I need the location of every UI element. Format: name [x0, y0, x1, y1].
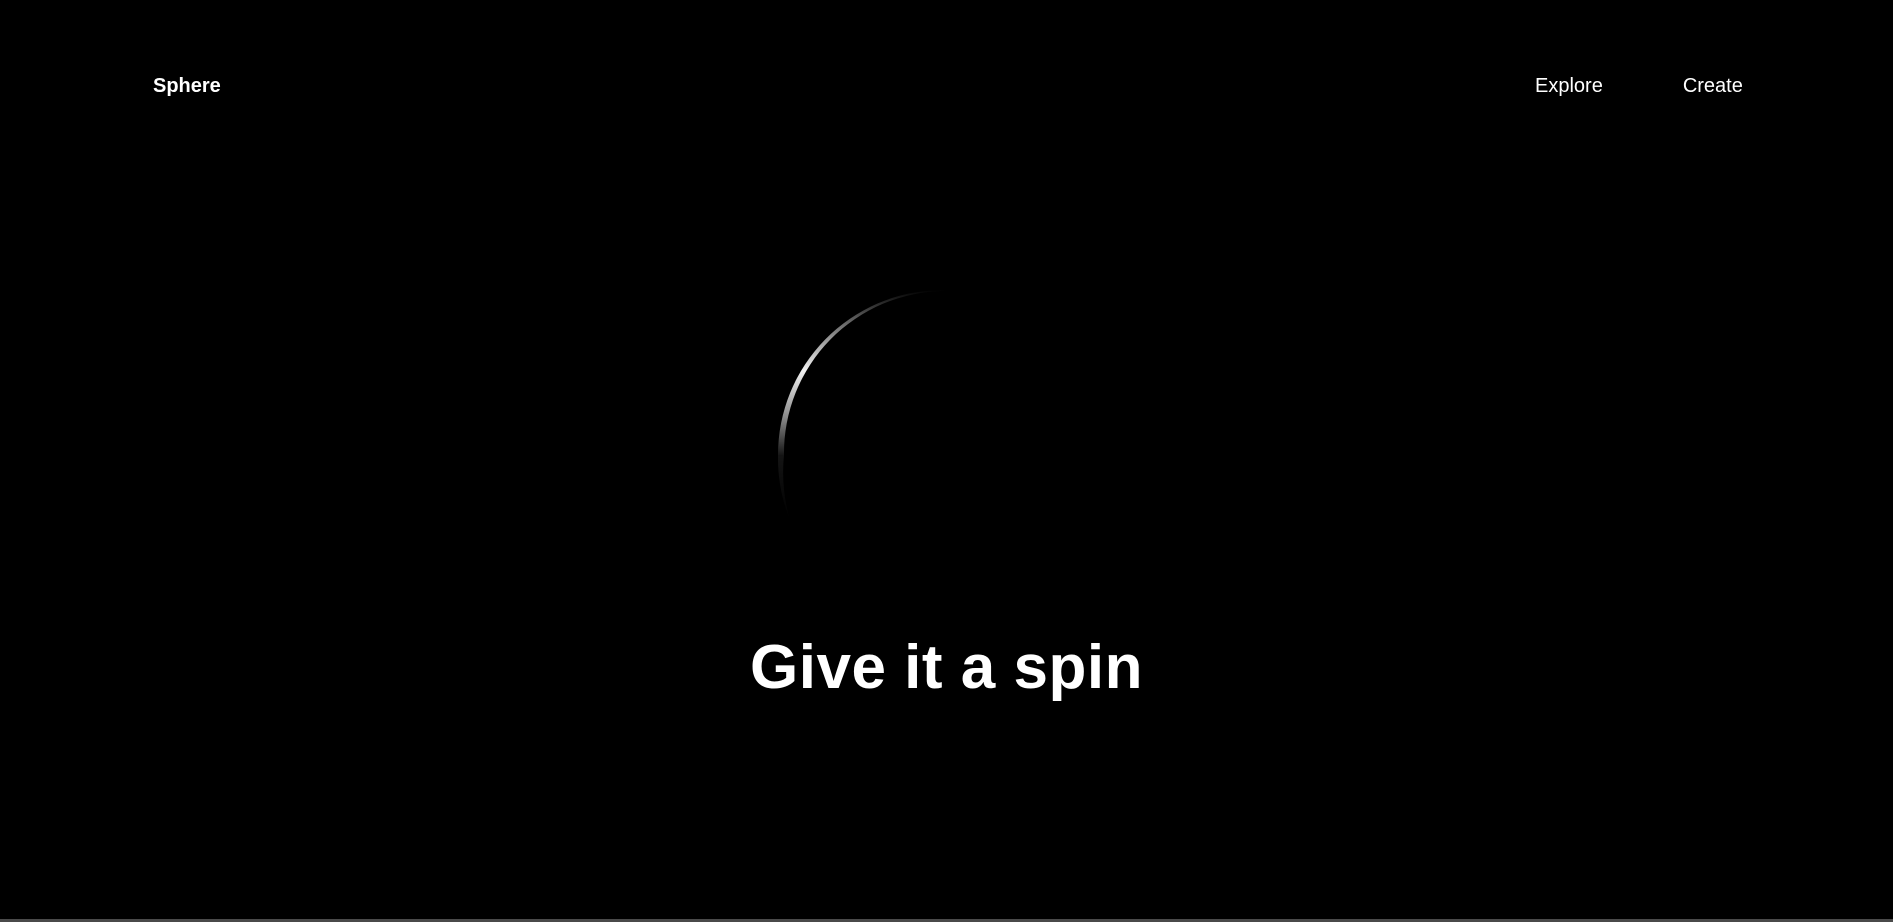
- page: Sphere Explore Create Give it a spin: [0, 0, 1893, 922]
- brand-logo-link[interactable]: Sphere: [153, 75, 221, 98]
- nav-links: Explore Create: [1535, 75, 1743, 98]
- nav-link-create[interactable]: Create: [1683, 75, 1743, 98]
- sphere-body: [772, 287, 1108, 623]
- sphere-canvas[interactable]: [770, 285, 1110, 625]
- hero-title: Give it a spin: [750, 633, 1143, 702]
- sphere-graphic: [772, 287, 1108, 623]
- top-nav: Sphere Explore Create: [0, 0, 1893, 174]
- nav-link-explore[interactable]: Explore: [1535, 75, 1603, 98]
